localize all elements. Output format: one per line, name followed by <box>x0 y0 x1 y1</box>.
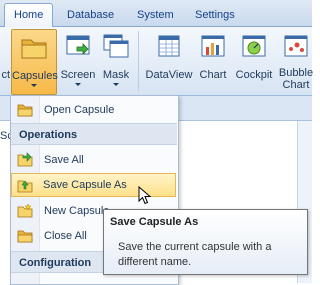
chevron-down-icon <box>75 83 81 86</box>
dataview-icon <box>155 33 183 59</box>
ribbon-panel: ct Capsules Screen Mask DataView Chart C… <box>0 27 314 96</box>
menu-section-operations: Operations <box>11 123 177 145</box>
tab-settings[interactable]: Settings <box>186 4 244 26</box>
menu-item-label: Close All <box>44 230 87 242</box>
menu-item-save-all[interactable]: Save All <box>12 148 177 172</box>
ribbon-separator <box>138 31 139 91</box>
capsules-label: Capsules <box>12 70 58 82</box>
screen-label: Screen <box>60 69 96 81</box>
tab-database[interactable]: Database <box>58 4 123 26</box>
folder-icon <box>20 34 48 60</box>
menu-item-label: Save Capsule As <box>43 179 127 191</box>
screen-icon <box>64 33 92 59</box>
capsules-button[interactable]: Capsules <box>11 29 58 95</box>
bubble-chart-label-line2: Chart <box>282 79 310 91</box>
chart-label: Chart <box>199 69 227 81</box>
folder-open-icon <box>17 102 33 118</box>
ribbon-button-label: ct <box>1 69 10 81</box>
bubble-chart-label: Bubble Chart <box>278 67 314 91</box>
dataview-button[interactable]: DataView <box>144 29 194 93</box>
screen-button[interactable]: Screen <box>58 29 98 93</box>
dataview-label: DataView <box>145 69 193 81</box>
ribbon-tab-strip: Home Database System Settings <box>0 0 312 27</box>
bubble-chart-icon <box>282 33 310 59</box>
save-all-icon <box>17 152 33 168</box>
tooltip-description: Save the current capsule with a differen… <box>118 241 272 268</box>
close-all-icon <box>17 228 33 244</box>
chevron-down-icon <box>31 84 37 87</box>
menu-item-label: New Capsule <box>44 205 110 217</box>
chart-icon <box>199 33 227 59</box>
tab-home[interactable]: Home <box>4 3 54 27</box>
bubble-chart-button[interactable]: Bubble Chart <box>278 29 314 93</box>
mask-button[interactable]: Mask <box>99 29 133 93</box>
cockpit-button[interactable]: Cockpit <box>233 29 275 93</box>
chart-button[interactable]: Chart <box>196 29 230 93</box>
ribbon-button-partial[interactable]: ct <box>0 29 10 93</box>
new-capsule-icon <box>17 203 33 219</box>
menu-item-open-capsule[interactable]: Open Capsule <box>12 98 177 122</box>
menu-item-label: Save All <box>44 154 84 166</box>
tooltip: Save Capsule As Save the current capsule… <box>103 209 308 275</box>
cockpit-icon <box>240 33 268 59</box>
cockpit-label: Cockpit <box>235 69 273 81</box>
mask-label: Mask <box>102 69 130 81</box>
save-as-icon <box>17 178 33 194</box>
mouse-cursor-icon <box>138 185 152 206</box>
tab-system[interactable]: System <box>128 4 183 26</box>
tooltip-title: Save Capsule As <box>110 216 199 228</box>
menu-item-label: Open Capsule <box>44 104 115 116</box>
chevron-down-icon <box>113 83 119 86</box>
mask-icon <box>102 33 130 59</box>
bubble-chart-label-line1: Bubble <box>278 67 314 79</box>
